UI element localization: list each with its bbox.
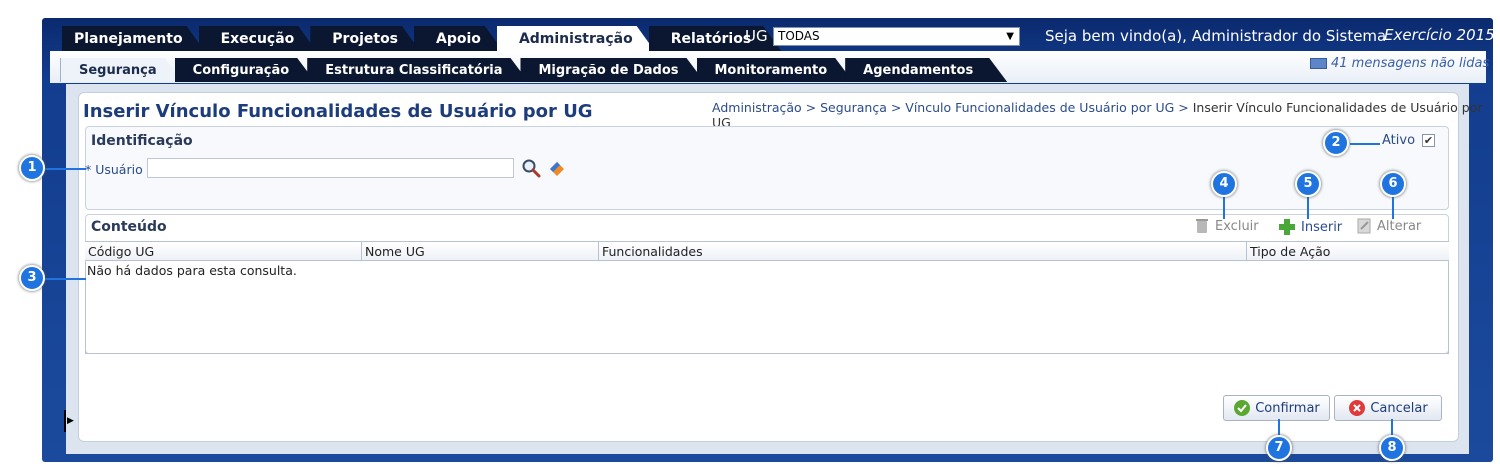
subtab-monitoramento[interactable]: Monitoramento — [697, 58, 854, 82]
edit-icon — [1357, 218, 1371, 234]
eraser-icon[interactable] — [547, 158, 567, 178]
callout-line-2 — [1350, 143, 1380, 145]
dropdown-arrow-icon: ▼ — [1006, 31, 1014, 42]
tab-projetos[interactable]: Projetos — [310, 26, 420, 51]
cancelar-button[interactable]: Cancelar — [1334, 395, 1442, 421]
conteudo-title: Conteúdo — [91, 219, 167, 235]
subtab-migracao[interactable]: Migração de Dados — [520, 58, 704, 82]
callout-2: 2 — [1323, 130, 1349, 156]
excluir-button[interactable]: Excluir — [1193, 217, 1259, 235]
messages-link[interactable]: 41 mensagens não lidas — [1310, 56, 1489, 71]
callout-6: 6 — [1380, 171, 1406, 197]
empty-message: Não há dados para esta consulta. — [87, 263, 297, 278]
tab-planejamento[interactable]: Planejamento — [62, 26, 205, 51]
callout-line-3 — [44, 278, 86, 280]
breadcrumb-path[interactable]: Administração > Segurança > Vínculo Func… — [712, 100, 1193, 115]
search-icon[interactable] — [521, 158, 541, 178]
alterar-button[interactable]: Alterar — [1355, 217, 1421, 235]
column-tipo-acao[interactable]: Tipo de Ação — [1247, 242, 1449, 261]
plus-icon — [1279, 219, 1295, 235]
inserir-button[interactable]: Inserir — [1277, 217, 1342, 237]
callout-3: 3 — [19, 265, 45, 291]
callout-8: 8 — [1379, 435, 1405, 461]
usuario-input[interactable] — [147, 158, 514, 178]
callout-line-6 — [1392, 195, 1394, 219]
cancel-icon — [1349, 400, 1366, 416]
inserir-label: Inserir — [1301, 219, 1343, 235]
callout-4: 4 — [1211, 171, 1237, 197]
usuario-label: * Usuário — [85, 162, 143, 177]
cancelar-label: Cancelar — [1370, 400, 1428, 416]
ativo-checkbox[interactable]: ✔ — [1422, 134, 1435, 147]
callout-line-4 — [1223, 195, 1225, 219]
subtab-seguranca[interactable]: Segurança — [60, 58, 183, 82]
column-funcionalidades[interactable]: Funcionalidades — [599, 242, 1247, 261]
messages-text: 41 mensagens não lidas — [1331, 56, 1490, 71]
ug-label: UG — [745, 27, 768, 45]
ug-select[interactable]: TODAS ▼ — [773, 27, 1020, 46]
ativo-label: Ativo — [1382, 133, 1416, 148]
mail-icon — [1310, 58, 1327, 69]
subtab-configuracao[interactable]: Configuração — [175, 58, 316, 82]
identificacao-title: Identificação — [91, 133, 193, 149]
tab-execucao[interactable]: Execução — [199, 26, 317, 51]
welcome-message: Seja bem vindo(a), Administrador do Sist… — [1045, 27, 1387, 45]
excluir-label: Excluir — [1215, 218, 1259, 234]
callout-1: 1 — [19, 155, 45, 181]
alterar-label: Alterar — [1377, 218, 1422, 234]
top-nav: Planejamento Execução Projetos Apoio Adm… — [62, 26, 775, 51]
side-panel-toggle[interactable]: ▶ — [64, 410, 74, 432]
confirmar-button[interactable]: Confirmar — [1223, 395, 1330, 421]
tab-administracao[interactable]: Administração — [497, 26, 655, 51]
page-title: Inserir Vínculo Funcionalidades de Usuár… — [83, 101, 593, 122]
table-header: Código UG Nome UG Funcionalidades Tipo d… — [85, 241, 1449, 261]
callout-7: 7 — [1266, 435, 1292, 461]
sub-nav: Segurança Configuração Estrutura Classif… — [60, 58, 999, 82]
subtab-agendamentos[interactable]: Agendamentos — [845, 58, 1007, 82]
callout-line-5 — [1307, 195, 1309, 219]
arrow-right-icon: ▶ — [67, 416, 74, 426]
confirmar-label: Confirmar — [1255, 400, 1320, 416]
column-codigo-ug[interactable]: Código UG — [85, 242, 362, 261]
callout-line-1 — [44, 168, 86, 170]
column-nome-ug[interactable]: Nome UG — [362, 242, 599, 261]
callout-5: 5 — [1295, 171, 1321, 197]
ug-selected-value: TODAS — [778, 29, 820, 43]
subtab-estrutura[interactable]: Estrutura Classificatória — [307, 58, 528, 82]
tab-apoio[interactable]: Apoio — [414, 26, 503, 51]
trash-icon — [1196, 219, 1208, 233]
exercicio-label: Exercício 2015 — [1384, 26, 1495, 44]
check-icon — [1234, 400, 1251, 416]
